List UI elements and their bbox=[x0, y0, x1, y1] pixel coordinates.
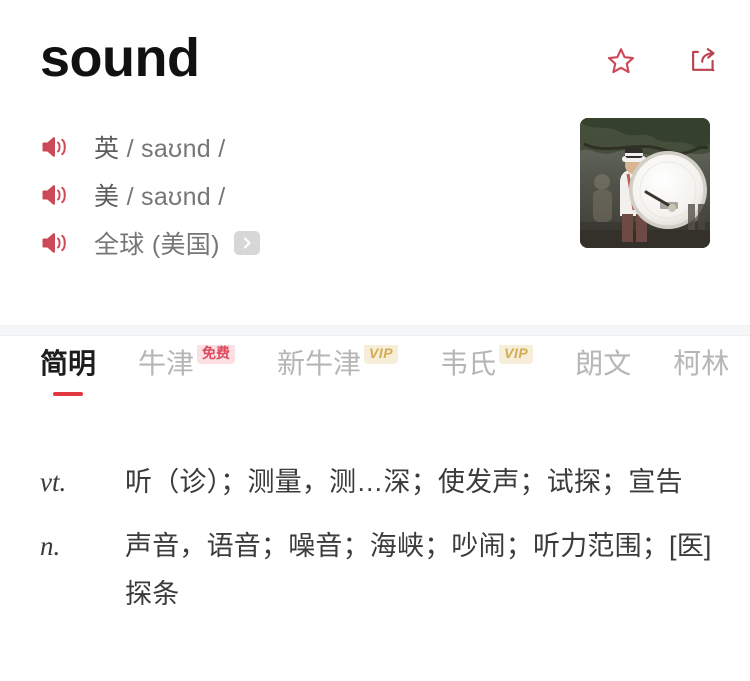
section-divider bbox=[0, 325, 750, 336]
pronunciation-ipa-uk: / saʊnd / bbox=[126, 135, 226, 163]
tab-xinniujin[interactable]: 新牛津 VIP bbox=[277, 345, 399, 383]
tab-niujin[interactable]: 牛津 免费 bbox=[138, 345, 236, 383]
part-of-speech: n. bbox=[40, 531, 61, 561]
pronunciation-lang-us: 美 bbox=[94, 183, 120, 211]
pronunciation-row-us[interactable]: 美 / saʊnd / bbox=[40, 179, 260, 211]
tab-label: 新牛津 bbox=[277, 348, 362, 379]
tab-jianming[interactable]: 简明 bbox=[40, 345, 97, 396]
tab-label: 韦氏 bbox=[440, 348, 497, 379]
tab-weishi[interactable]: 韦氏 VIP bbox=[440, 345, 534, 383]
part-of-speech: vt. bbox=[40, 467, 67, 497]
tab-label: 简明 bbox=[40, 348, 97, 379]
pronunciation-lang-global: 全球 (美国) bbox=[94, 231, 220, 259]
pronunciation-ipa-us: / saʊnd / bbox=[126, 183, 226, 211]
pronunciation-text-us: 美 / saʊnd / bbox=[94, 177, 225, 213]
speaker-icon[interactable] bbox=[40, 181, 72, 209]
tab-kelin[interactable]: 柯林 bbox=[673, 345, 729, 383]
free-badge: 免费 bbox=[197, 345, 236, 364]
definition-list: vt. 听（诊）；测量，测…深；使发声；试探；宣告 n. 声音，语音；噪音；海峡… bbox=[0, 458, 750, 634]
definition-text: 听（诊）；测量，测…深；使发声；试探；宣告 bbox=[125, 467, 683, 497]
tab-label: 牛津 bbox=[138, 348, 195, 379]
favorite-button[interactable] bbox=[604, 44, 638, 78]
definition-row: vt. 听（诊）；测量，测…深；使发声；试探；宣告 bbox=[40, 458, 718, 506]
speaker-icon[interactable] bbox=[40, 229, 72, 257]
tab-label: 朗文 bbox=[575, 348, 632, 379]
tab-label: 柯林 bbox=[673, 348, 730, 379]
pronunciation-text-uk: 英 / saʊnd / bbox=[94, 129, 225, 165]
pronunciation-row-global[interactable]: 全球 (美国) bbox=[40, 227, 260, 259]
chevron-right-icon bbox=[243, 237, 251, 249]
tab-langwen[interactable]: 朗文 bbox=[575, 345, 631, 383]
pronunciation-row-uk[interactable]: 英 / saʊnd / bbox=[40, 131, 260, 163]
vip-badge: VIP bbox=[364, 345, 399, 364]
speaker-icon[interactable] bbox=[40, 133, 72, 161]
page-title: sound bbox=[40, 28, 200, 88]
word-image[interactable] bbox=[580, 118, 710, 248]
share-icon bbox=[692, 48, 715, 71]
pronunciation-list: 英 / saʊnd / 美 / saʊnd / 全球 (美国) bbox=[40, 131, 260, 259]
entry-header: sound 英 / saʊnd / 美 / saʊnd / 全球 (美国) bbox=[0, 0, 750, 326]
vip-badge: VIP bbox=[499, 345, 534, 364]
active-tab-indicator bbox=[53, 392, 83, 396]
dictionary-source-tabs: 简明 牛津 免费 新牛津 VIP 韦氏 VIP 朗文 柯林 bbox=[0, 345, 750, 407]
share-button[interactable] bbox=[686, 44, 720, 78]
definition-text: 声音，语音；噪音；海峡；吵闹；听力范围；[医] 探条 bbox=[125, 531, 712, 609]
pronunciation-expand-button[interactable] bbox=[233, 231, 260, 255]
definition-row: n. 声音，语音；噪音；海峡；吵闹；听力范围；[医] 探条 bbox=[40, 522, 718, 618]
pronunciation-lang-uk: 英 bbox=[94, 135, 120, 163]
star-icon bbox=[607, 48, 635, 74]
header-actions bbox=[604, 44, 720, 78]
dictionary-entry-page: sound 英 / saʊnd / 美 / saʊnd / 全球 (美国) 简明… bbox=[0, 0, 750, 681]
word-image-illustration bbox=[580, 118, 710, 248]
